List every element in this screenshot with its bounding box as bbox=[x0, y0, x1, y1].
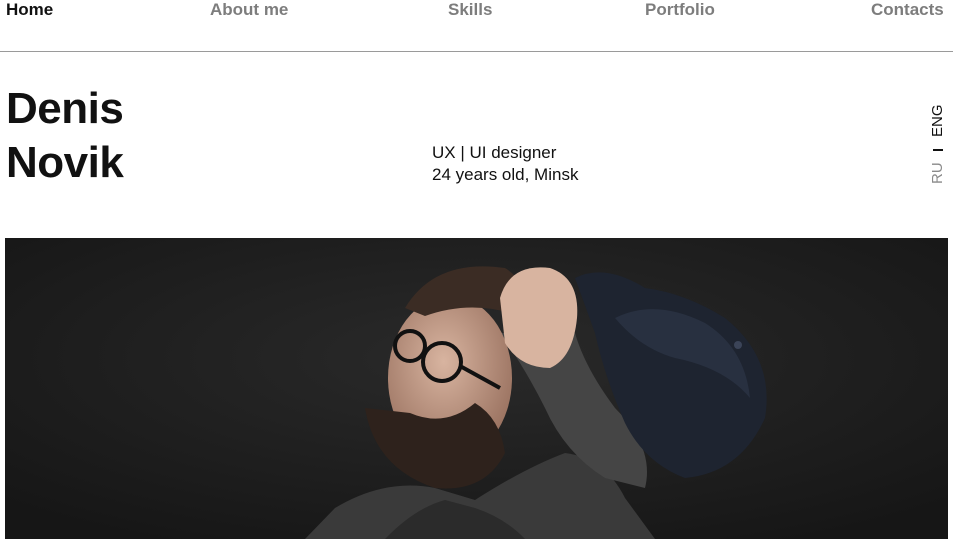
designer-age-location: 24 years old, Minsk bbox=[432, 165, 579, 184]
hero-photo bbox=[5, 238, 948, 539]
designer-name: Denis Novik bbox=[6, 82, 124, 190]
nav-skills-link[interactable]: Skills bbox=[448, 0, 492, 20]
designer-info: UX | UI designer 24 years old, Minsk bbox=[432, 142, 578, 186]
first-name: Denis bbox=[6, 84, 124, 133]
top-navigation: Home About me Skills Portfolio Contacts bbox=[0, 0, 953, 52]
designer-role: UX | UI designer bbox=[432, 143, 557, 162]
nav-contacts-link[interactable]: Contacts bbox=[871, 0, 944, 20]
language-option-ru[interactable]: RU bbox=[928, 160, 948, 186]
page: Home About me Skills Portfolio Contacts … bbox=[0, 0, 953, 539]
last-name: Novik bbox=[6, 138, 124, 187]
portrait-photo-illustration bbox=[5, 238, 948, 539]
nav-portfolio-link[interactable]: Portfolio bbox=[645, 0, 715, 20]
nav-about-me-link[interactable]: About me bbox=[210, 0, 288, 20]
language-option-eng[interactable]: ENG bbox=[928, 102, 948, 140]
language-switcher: ENG RU bbox=[928, 102, 948, 186]
language-separator bbox=[933, 149, 943, 151]
nav-home-link[interactable]: Home bbox=[6, 0, 53, 20]
